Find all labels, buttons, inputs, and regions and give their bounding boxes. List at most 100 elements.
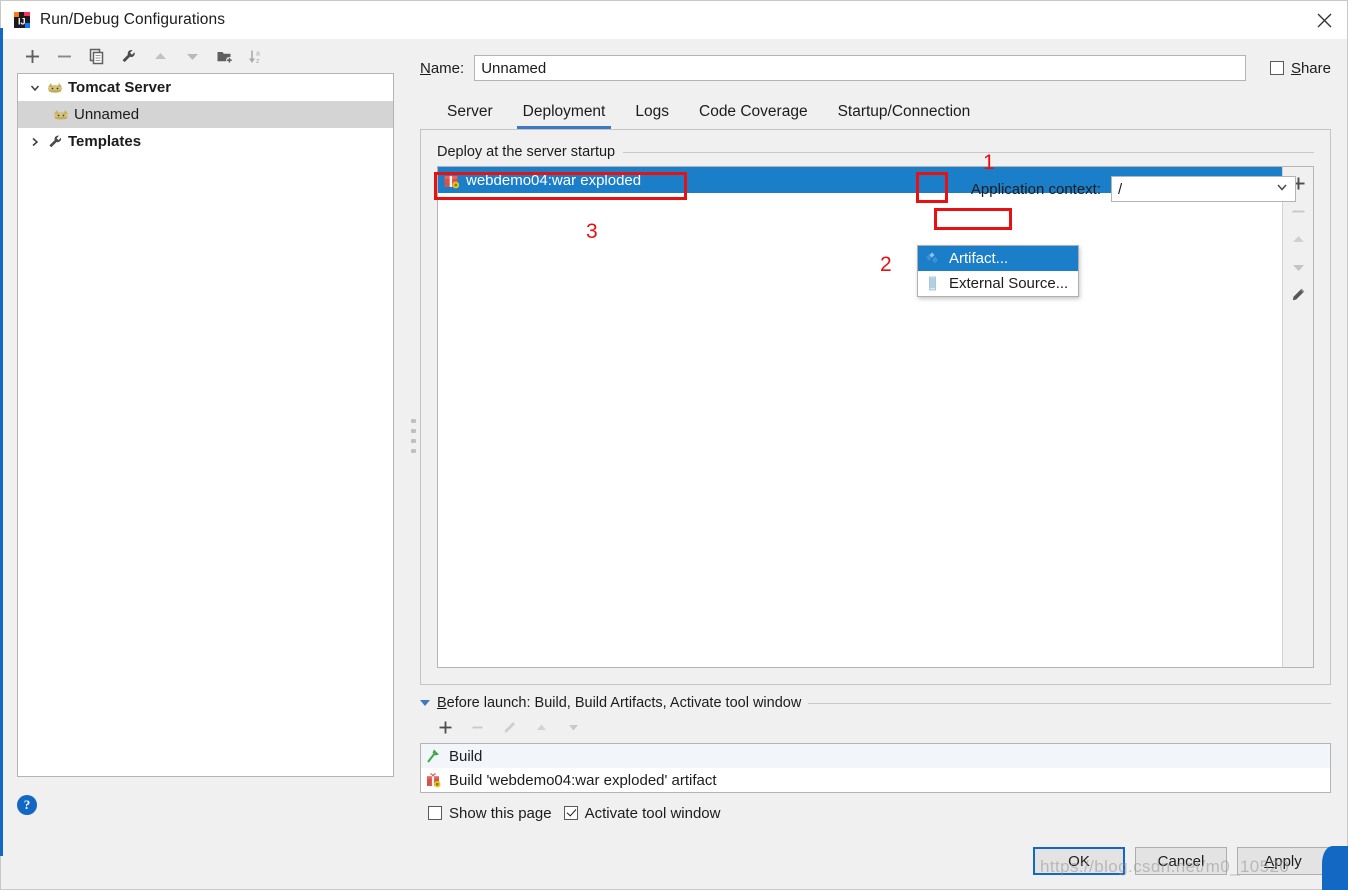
deployment-sidebar-toolbar <box>1282 166 1314 668</box>
application-context-label: Application context: <box>970 180 1101 198</box>
add-task-button[interactable] <box>430 713 460 741</box>
chevron-right-icon[interactable] <box>24 136 46 148</box>
before-launch-label: Before launch: Build, Build Artifacts, A… <box>437 695 802 711</box>
svg-text:z: z <box>256 58 260 65</box>
group-divider <box>623 151 1314 153</box>
move-task-up-button[interactable] <box>526 713 556 741</box>
arrow-up-icon[interactable] <box>145 42 175 70</box>
configuration-tabs: Server Deployment Logs Code Coverage Sta… <box>420 93 1331 129</box>
before-launch-task-row[interactable]: Build 'webdemo04:war exploded' artifact <box>421 768 1330 792</box>
name-row: Name: Share <box>420 39 1331 93</box>
show-this-page-checkbox[interactable]: Show this page <box>428 805 552 822</box>
svg-text:IJ: IJ <box>18 17 26 27</box>
remove-configuration-button[interactable] <box>49 42 79 70</box>
configurations-pane: a z Tomcat Server Unnamed Templates ? <box>1 39 408 833</box>
configurations-tree[interactable]: Tomcat Server Unnamed Templates <box>17 73 394 777</box>
before-launch-task-list[interactable]: Build Build 'webdemo04:war exploded' art… <box>420 743 1331 793</box>
wrench-icon <box>46 134 64 150</box>
menu-item-label: Artifact... <box>949 250 1009 267</box>
tab-startup-connection[interactable]: Startup/Connection <box>823 103 986 129</box>
name-input[interactable] <box>474 55 1246 81</box>
menu-item-external-source[interactable]: External Source... <box>918 271 1078 296</box>
move-task-down-button[interactable] <box>558 713 588 741</box>
collapse-triangle-icon[interactable] <box>420 700 430 706</box>
checkbox-box[interactable] <box>1269 61 1284 75</box>
dialog-content: a z Tomcat Server Unnamed Templates ? Na… <box>1 39 1347 833</box>
artifact-icon <box>443 172 460 189</box>
chevron-down-icon[interactable] <box>24 82 46 94</box>
folder-add-icon[interactable] <box>209 42 239 70</box>
edit-deployment-button[interactable] <box>1284 281 1312 309</box>
tab-code-coverage[interactable]: Code Coverage <box>684 103 823 129</box>
configuration-editor-pane: Name: Share Server Deployment Logs Code … <box>418 39 1347 833</box>
menu-item-label: External Source... <box>949 275 1069 292</box>
build-hammer-icon <box>425 748 443 764</box>
arrow-down-icon[interactable] <box>177 42 207 70</box>
task-label: Build <box>449 747 483 765</box>
configurations-toolbar: a z <box>1 39 408 73</box>
pane-splitter[interactable] <box>408 39 418 833</box>
share-checkbox[interactable]: Share <box>1269 59 1331 77</box>
tree-item-label: Tomcat Server <box>68 79 172 96</box>
help-button[interactable]: ? <box>17 795 37 815</box>
application-context-combobox[interactable]: / <box>1111 176 1296 202</box>
tab-logs[interactable]: Logs <box>620 103 684 129</box>
window-title: Run/Debug Configurations <box>40 11 226 28</box>
task-label: Build 'webdemo04:war exploded' artifact <box>449 771 717 789</box>
group-divider <box>808 702 1331 704</box>
deploy-list-wrapper: webdemo04:war exploded Application conte… <box>437 166 1314 668</box>
before-launch-options: Show this page Activate tool window <box>420 793 1331 833</box>
close-icon[interactable] <box>1301 1 1347 39</box>
title-bar: IJ Run/Debug Configurations <box>1 1 1347 39</box>
deployment-item-label: webdemo04:war exploded <box>466 171 642 189</box>
svg-text:a: a <box>256 50 260 57</box>
splitter-grip <box>410 419 416 453</box>
run-debug-configurations-dialog: IJ Run/Debug Configurations a z Tomcat S… <box>0 0 1348 890</box>
tomcat-icon <box>46 80 64 96</box>
before-launch-toolbar <box>420 711 1331 743</box>
activate-tool-window-checkbox[interactable]: Activate tool window <box>563 804 721 822</box>
deploy-group-title: Deploy at the server startup <box>437 144 1314 160</box>
deploy-group-label: Deploy at the server startup <box>437 144 616 160</box>
name-label: Name: <box>420 59 465 77</box>
edit-task-button[interactable] <box>494 713 524 741</box>
tree-item-label: Templates <box>68 133 142 150</box>
dialog-button-bar: OK Cancel Apply <box>1 833 1347 889</box>
before-launch-title-row: Before launch: Build, Build Artifacts, A… <box>420 693 1331 711</box>
tree-item-unnamed[interactable]: Unnamed <box>18 101 393 128</box>
add-configuration-button[interactable] <box>17 42 47 70</box>
deployment-panel: Deploy at the server startup webdemo04:w… <box>420 129 1331 685</box>
help-area: ? <box>1 777 408 833</box>
share-label: Share <box>1290 59 1331 77</box>
tree-item-templates[interactable]: Templates <box>18 128 393 155</box>
tab-server[interactable]: Server <box>432 103 508 129</box>
intellij-idea-icon: IJ <box>13 11 31 29</box>
copy-icon[interactable] <box>81 42 111 70</box>
menu-item-artifact[interactable]: Artifact... <box>918 246 1078 271</box>
before-launch-task-row[interactable]: Build <box>421 744 1330 768</box>
application-context-value: / <box>1118 180 1123 198</box>
deployment-artifacts-list[interactable]: webdemo04:war exploded <box>437 166 1282 668</box>
chevron-down-icon[interactable] <box>1275 180 1289 198</box>
add-deployment-popup-menu[interactable]: Artifact... External Source... <box>917 245 1079 297</box>
checkbox-box[interactable] <box>563 806 578 820</box>
artifact-icon <box>425 772 443 788</box>
move-deployment-up-button[interactable] <box>1284 225 1312 253</box>
external-source-icon <box>924 276 942 292</box>
checkbox-box[interactable] <box>428 806 442 820</box>
sort-az-icon[interactable]: a z <box>241 42 271 70</box>
cancel-button[interactable]: Cancel <box>1135 847 1227 875</box>
checkbox-label: Show this page <box>449 804 552 822</box>
tree-item-label: Unnamed <box>74 106 140 123</box>
tree-item-tomcat-server[interactable]: Tomcat Server <box>18 74 393 101</box>
tomcat-icon <box>52 107 70 123</box>
application-context-row: Application context: / <box>971 176 1296 202</box>
wrench-icon[interactable] <box>113 42 143 70</box>
artifact-diamond-icon <box>924 251 942 267</box>
apply-button[interactable]: Apply <box>1237 847 1329 875</box>
tab-deployment[interactable]: Deployment <box>508 103 621 129</box>
move-deployment-down-button[interactable] <box>1284 253 1312 281</box>
checkbox-label: Activate tool window <box>584 804 721 822</box>
ok-button[interactable]: OK <box>1033 847 1125 875</box>
remove-task-button[interactable] <box>462 713 492 741</box>
